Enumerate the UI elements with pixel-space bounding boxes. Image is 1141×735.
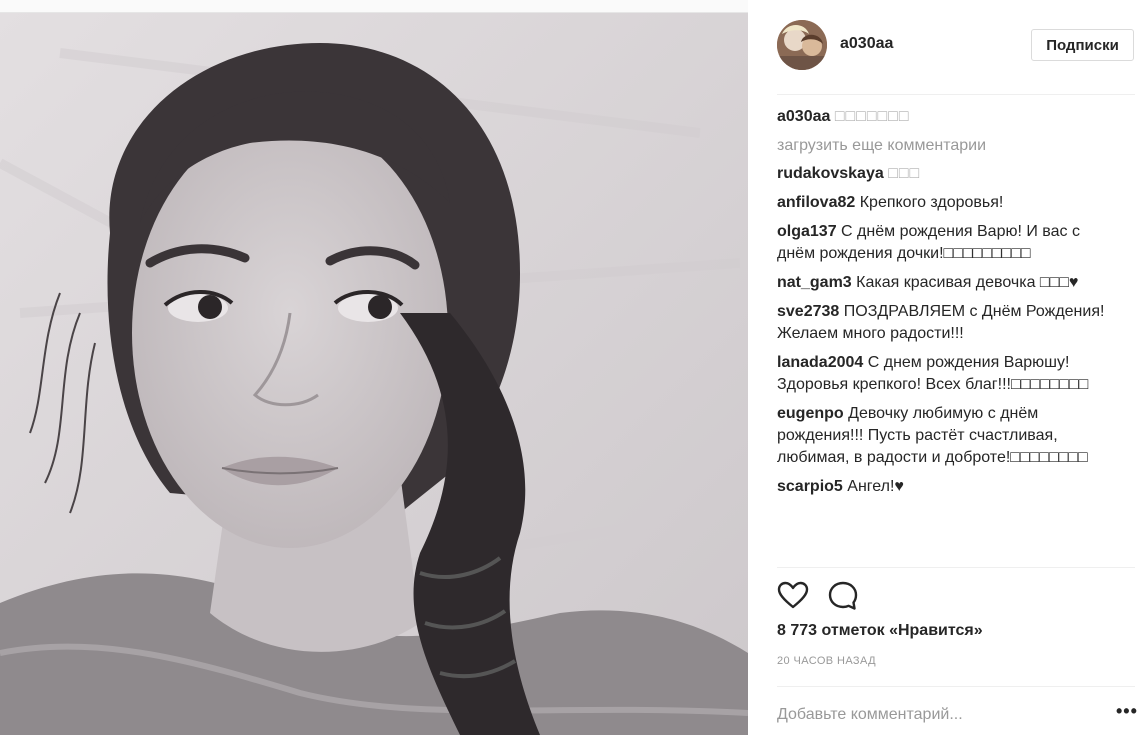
header-divider	[777, 94, 1135, 95]
post-sidebar: a030aa Подписки a030aa □□□□□□□ загрузить…	[748, 0, 1141, 735]
post-header: a030aa Подписки	[748, 0, 1141, 95]
author-avatar[interactable]	[777, 20, 827, 70]
comment-username[interactable]: sve2738	[777, 303, 839, 320]
following-button[interactable]: Подписки	[1031, 29, 1134, 61]
comments-list[interactable]: a030aa □□□□□□□ загрузить еще комментарии…	[777, 106, 1117, 564]
comment-item: rudakovskaya □□□	[777, 163, 1117, 185]
more-options-icon[interactable]: •••	[1116, 701, 1138, 722]
author-username[interactable]: a030aa	[840, 35, 893, 53]
comment-username[interactable]: anfilova82	[777, 194, 855, 211]
comment-item: eugenpo Девочку любимую с днём рождения!…	[777, 403, 1117, 469]
footer-divider	[777, 686, 1135, 687]
caption: a030aa □□□□□□□	[777, 106, 1117, 128]
comment-text: □□□	[888, 165, 921, 182]
comment-item: lanada2004 С днем рождения Варюшу! Здоро…	[777, 352, 1117, 396]
comments-divider	[777, 567, 1135, 568]
comment-username[interactable]: nat_gam3	[777, 274, 852, 291]
top-bar	[0, 0, 748, 13]
comment-item: nat_gam3 Какая красивая девочка □□□♥	[777, 272, 1117, 294]
comment-text: Ангел!♥	[847, 478, 904, 495]
comment-item: anfilova82 Крепкого здоровья!	[777, 192, 1117, 214]
load-more-comments[interactable]: загрузить еще комментарии	[777, 135, 1117, 157]
post-photo[interactable]	[0, 13, 748, 735]
comment-username[interactable]: olga137	[777, 223, 837, 240]
heart-icon[interactable]	[777, 580, 809, 612]
likes-count[interactable]: 8 773 отметок «Нравится»	[777, 622, 983, 640]
comment-item: olga137 С днём рождения Варю! И вас с дн…	[777, 221, 1117, 265]
add-comment-input[interactable]	[777, 702, 1107, 728]
comment-username[interactable]: scarpio5	[777, 478, 843, 495]
comment-text: Крепкого здоровья!	[859, 194, 1004, 211]
post-timestamp[interactable]: 20 часов назад	[777, 655, 876, 667]
comment-item: scarpio5 Ангел!♥	[777, 476, 1117, 498]
comment-username[interactable]: lanada2004	[777, 354, 863, 371]
caption-text: □□□□□□□	[834, 108, 910, 125]
comment-username[interactable]: rudakovskaya	[777, 165, 884, 182]
comment-username[interactable]: eugenpo	[777, 405, 844, 422]
caption-username[interactable]: a030aa	[777, 108, 830, 125]
comment-text: Какая красивая девочка □□□♥	[856, 274, 1079, 291]
speech-bubble-icon[interactable]	[827, 580, 859, 612]
comment-item: sve2738 ПОЗДРАВЛЯЕМ с Днём Рождения! Жел…	[777, 301, 1117, 345]
